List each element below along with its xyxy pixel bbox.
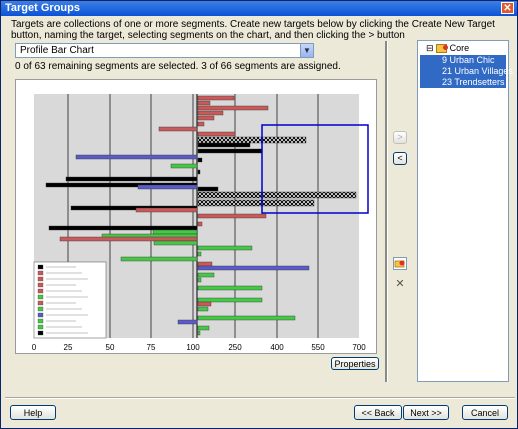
legend-swatch (37, 300, 44, 306)
chart-bar (197, 136, 307, 144)
chart-bar (197, 105, 269, 111)
legend-swatch (37, 324, 44, 330)
tree-item-trendsetters[interactable]: 23 Trendsetters (420, 77, 506, 88)
chart-bar (197, 251, 202, 257)
chart-bar (197, 261, 213, 267)
chart-bar (197, 199, 315, 207)
tree-item-urban-villages[interactable]: 21 Urban Villages (420, 66, 513, 77)
chart-bar (170, 163, 198, 169)
chart-bar (197, 272, 215, 278)
chart-bar (197, 265, 310, 271)
x-tick-label: 75 (147, 343, 156, 352)
chevron-down-icon[interactable]: ▼ (300, 44, 313, 57)
vertical-divider (385, 41, 388, 382)
x-tick-label: 250 (228, 343, 242, 352)
remove-segment-button[interactable]: < (393, 152, 407, 165)
chart-bar (197, 110, 224, 116)
chart-bar (120, 256, 198, 262)
chart-bar (197, 306, 209, 312)
x-tick-label: 700 (352, 343, 366, 352)
chart-bar (197, 221, 203, 227)
chart-bar (48, 225, 198, 231)
chart-bar (197, 121, 205, 127)
chart-bar (153, 240, 198, 246)
chart-bar (197, 213, 267, 219)
chart-bar (197, 131, 236, 137)
chart-bar (158, 126, 198, 132)
close-icon[interactable]: ✕ (501, 2, 514, 14)
add-segment-button[interactable]: > (393, 131, 407, 144)
chart-bar (197, 191, 357, 199)
chart-bar (197, 169, 201, 175)
create-target-icon[interactable] (393, 257, 407, 270)
tree-root-label: Core (449, 43, 470, 53)
chart-bar (59, 236, 198, 242)
chart-bar (197, 277, 202, 283)
chart-bar (75, 154, 198, 160)
segment-status-text: 0 of 63 remaining segments are selected.… (15, 61, 341, 72)
x-tick-label: 50 (106, 343, 115, 352)
legend-swatch (37, 330, 44, 336)
legend-swatch (37, 282, 44, 288)
chart-bar (197, 245, 253, 251)
footer-divider (5, 397, 515, 399)
profile-chart-select[interactable]: Profile Bar Chart ▼ (15, 43, 314, 58)
x-tick-label: 0 (32, 343, 37, 352)
next-button[interactable]: Next >> (403, 405, 449, 420)
cancel-button[interactable]: Cancel (462, 405, 508, 420)
tree-root-core[interactable]: ⊟ Core (426, 43, 469, 54)
legend-swatch (37, 276, 44, 282)
chart-bar (197, 325, 210, 331)
chart-bar (152, 229, 198, 235)
x-tick-label: 400 (270, 343, 284, 352)
x-tick-label: 100 (186, 343, 200, 352)
chart-bar (197, 100, 211, 106)
x-tick-label: 550 (311, 343, 325, 352)
chart-bar (177, 319, 198, 325)
chart-bar (197, 148, 263, 154)
chart-bar (197, 301, 212, 307)
folder-icon (436, 44, 449, 54)
target-tree[interactable]: ⊟ Core 9 Urban Chic 21 Urban Villages 23… (417, 40, 513, 382)
help-button[interactable]: Help (10, 405, 56, 420)
chart-bar (197, 157, 203, 163)
title-bar: Target Groups ✕ (1, 1, 517, 16)
delete-target-icon[interactable]: ✕ (393, 278, 407, 291)
legend-swatch (37, 312, 44, 318)
chart-bar (197, 186, 219, 192)
profile-chart-select-value: Profile Bar Chart (20, 45, 94, 56)
x-tick-label: 25 (64, 343, 73, 352)
instructions-text: Targets are collections of one or more s… (11, 19, 495, 41)
window-title: Target Groups (5, 2, 80, 14)
back-button[interactable]: << Back (354, 405, 402, 420)
chart-bar (197, 330, 201, 336)
chart-bar (197, 95, 235, 101)
legend-swatch (37, 264, 44, 270)
legend-swatch (37, 306, 44, 312)
chart-bar (135, 207, 198, 213)
legend-swatch (37, 318, 44, 324)
profile-bar-chart-svg[interactable]: 0 25 50 75 100 250 400 550 700 (16, 80, 376, 353)
legend-swatch (37, 288, 44, 294)
chart-bar (197, 142, 251, 148)
properties-button[interactable]: Properties (331, 357, 379, 370)
chart-bar (197, 297, 263, 303)
profile-bar-chart[interactable]: 0 25 50 75 100 250 400 550 700 (15, 79, 377, 354)
chart-legend (33, 261, 107, 339)
legend-swatch (37, 294, 44, 300)
chart-bar (197, 115, 215, 121)
tree-item-urban-chic[interactable]: 9 Urban Chic (420, 55, 506, 66)
tree-expander-icon[interactable]: ⊟ (426, 43, 434, 53)
chart-bar (197, 285, 263, 291)
chart-bar (137, 184, 198, 190)
target-groups-window: Target Groups ✕ Targets are collections … (0, 0, 518, 429)
legend-swatch (37, 270, 44, 276)
chart-bar (65, 176, 198, 182)
chart-bar (197, 315, 296, 321)
